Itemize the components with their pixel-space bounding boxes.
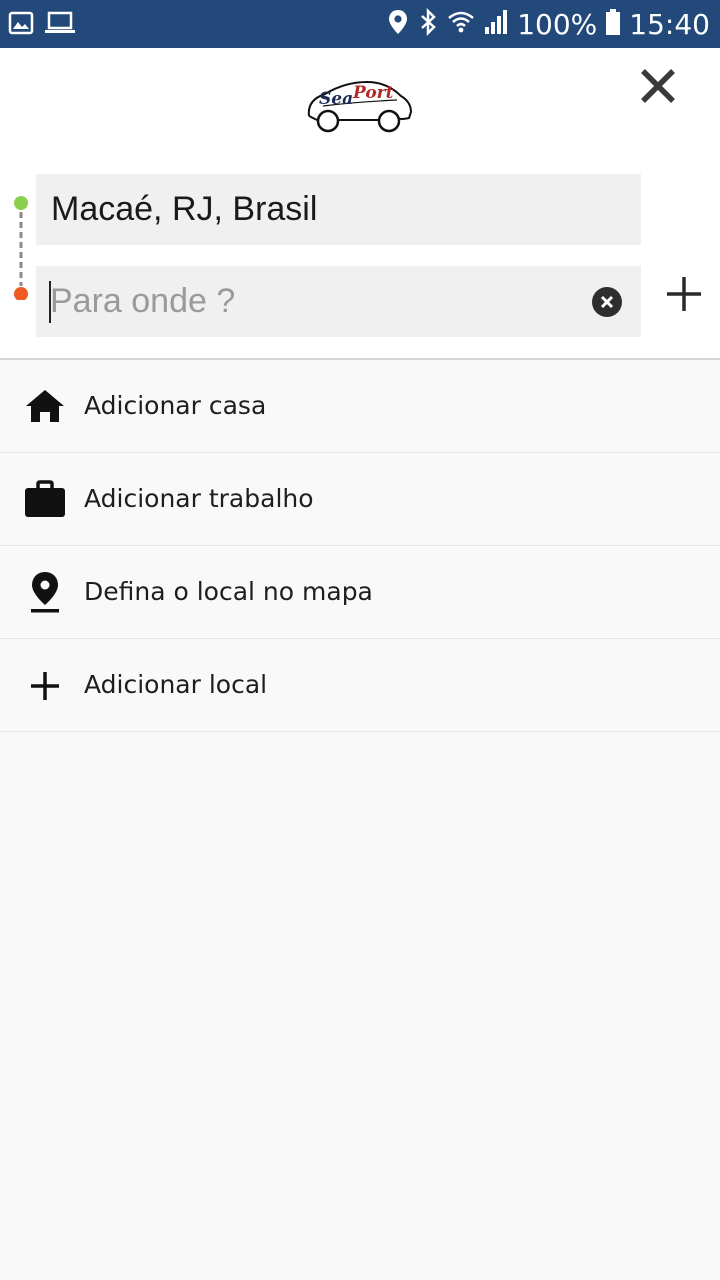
seaport-logo: Sea Port (305, 76, 415, 139)
origin-field[interactable]: Macaé, RJ, Brasil (36, 174, 641, 245)
list-item-add-home[interactable]: Adicionar casa (0, 360, 720, 453)
route-indicator (14, 196, 30, 305)
svg-text:Sea: Sea (319, 89, 353, 109)
battery-percent: 100% (517, 7, 598, 41)
list-item-label: Adicionar local (84, 670, 268, 699)
list-item-add-work[interactable]: Adicionar trabalho (0, 453, 720, 546)
origin-value: Macaé, RJ, Brasil (51, 190, 318, 228)
destination-input[interactable] (50, 266, 580, 337)
home-icon (24, 386, 66, 428)
plus-icon (24, 665, 66, 707)
gallery-icon (8, 10, 34, 41)
clear-button[interactable] (592, 287, 622, 317)
list-item-add-place[interactable]: Adicionar local (0, 639, 720, 732)
list-item-label: Adicionar casa (84, 391, 267, 420)
svg-text:Port: Port (352, 83, 394, 103)
list-item-set-on-map[interactable]: Defina o local no mapa (0, 546, 720, 639)
destination-dot (14, 287, 28, 301)
battery-icon (605, 8, 621, 40)
clear-icon (592, 287, 622, 317)
close-button[interactable] (634, 62, 682, 110)
list-item-label: Adicionar trabalho (84, 484, 314, 513)
bluetooth-icon (417, 7, 439, 40)
signal-icon (483, 8, 509, 40)
briefcase-icon (24, 479, 66, 521)
status-bar: 100% 15:40 (0, 0, 720, 48)
origin-dot (14, 196, 28, 210)
search-header: Sea Port Macaé, RJ, Brasil (0, 48, 720, 360)
saved-places-list: Adicionar casa Adicionar trabalho Defina… (0, 360, 720, 732)
map-pin-icon (24, 572, 66, 614)
location-icon (387, 8, 409, 40)
plus-icon (667, 277, 701, 311)
destination-field[interactable] (36, 266, 641, 337)
list-item-label: Defina o local no mapa (84, 577, 373, 606)
add-stop-button[interactable] (664, 274, 704, 314)
laptop-icon (44, 10, 76, 41)
text-cursor (49, 281, 51, 323)
close-icon (641, 69, 675, 103)
clock: 15:40 (629, 7, 710, 41)
wifi-icon (447, 8, 475, 40)
